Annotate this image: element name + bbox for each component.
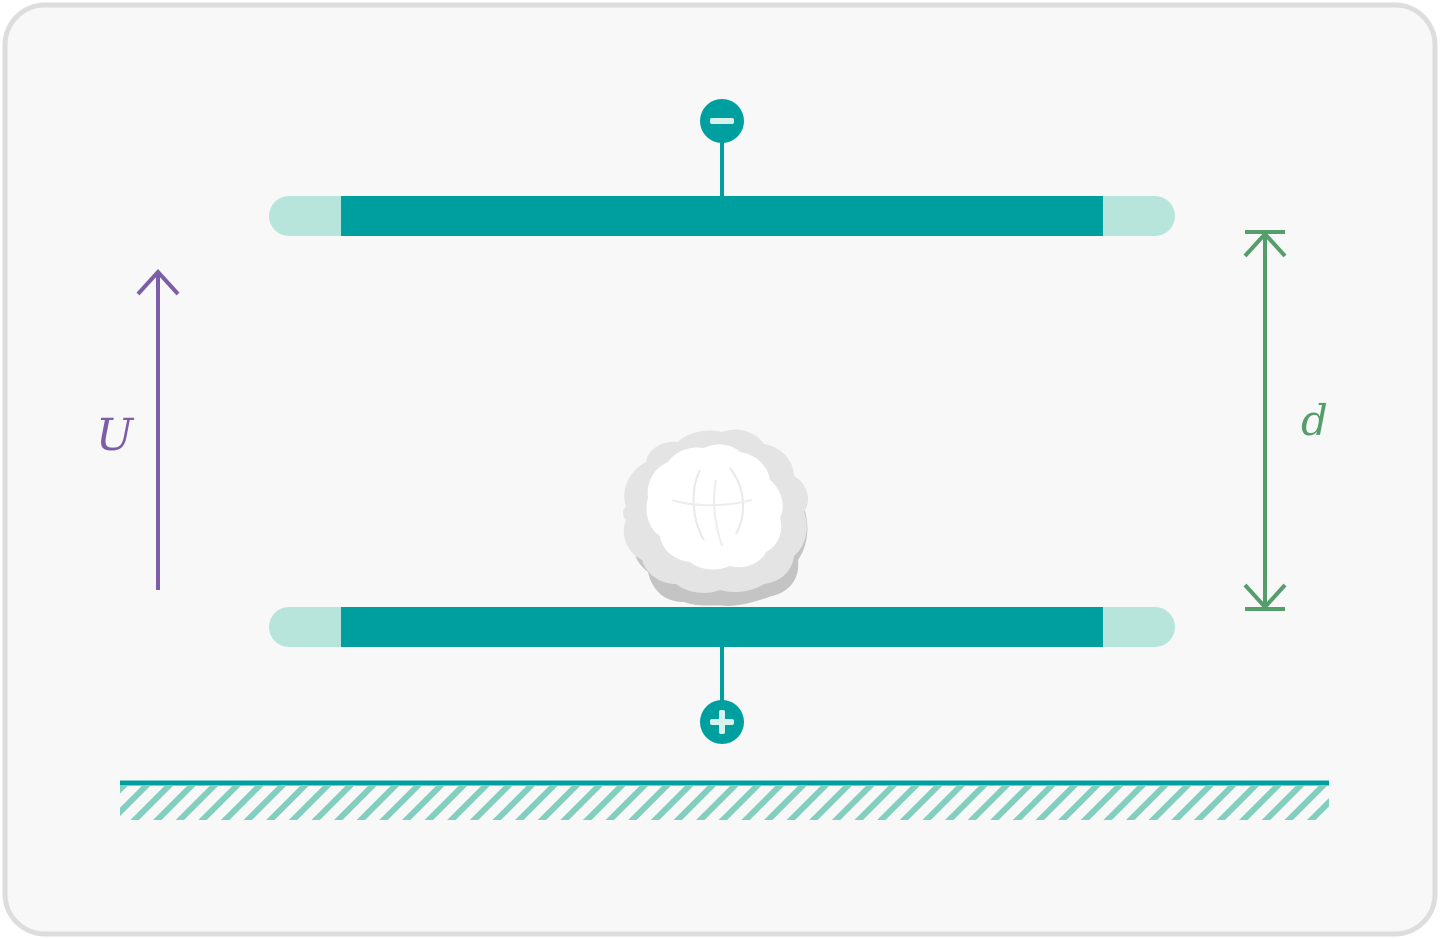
minus-terminal-icon	[700, 99, 744, 143]
capacitor-diagram: U d	[2, 2, 1438, 937]
bottom-plate	[269, 607, 1175, 647]
dust-particle-icon	[623, 429, 809, 606]
ground-hatch	[120, 786, 1329, 820]
top-plate-core	[341, 196, 1103, 236]
top-plate	[269, 196, 1175, 236]
distance-label: d	[1301, 396, 1328, 445]
ground-hatch-icon	[120, 780, 1329, 820]
bottom-plate-core	[341, 607, 1103, 647]
voltage-label: U	[96, 410, 135, 461]
diagram-canvas: U d	[0, 0, 1440, 939]
plus-terminal-icon	[700, 700, 744, 744]
